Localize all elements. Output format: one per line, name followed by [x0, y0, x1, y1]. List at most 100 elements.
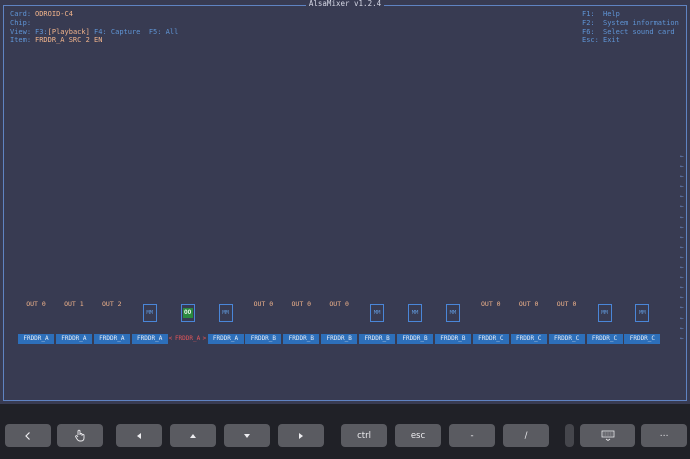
- scroll-mark: ←: [680, 284, 684, 292]
- back-button[interactable]: [5, 424, 51, 447]
- switch-state-text: MM: [222, 310, 229, 316]
- switch-state-text: MM: [449, 310, 457, 316]
- item-row: Item: FRDDR_A SRC 2 EN: [10, 36, 178, 45]
- arrow-left-key[interactable]: [116, 424, 162, 447]
- switch-state-text: MM: [373, 310, 381, 316]
- mixer-channel[interactable]: OUT 0 FRDDR_C: [472, 298, 509, 348]
- hand-pointer-icon: [75, 429, 85, 442]
- switch-on-indicator[interactable]: OO: [180, 304, 195, 322]
- exit-action[interactable]: Exit: [603, 36, 620, 45]
- slash-key[interactable]: /: [503, 424, 549, 447]
- channel-name: FRDDR_C: [548, 334, 585, 344]
- mute-switch[interactable]: MM: [370, 304, 385, 322]
- mute-switch[interactable]: MM: [597, 304, 612, 322]
- scroll-mark: ←: [680, 213, 684, 221]
- chevron-left-icon: [25, 431, 30, 440]
- channel-name: FRDDR_A: [18, 334, 54, 344]
- item-value: FRDDR_A SRC 2 EN: [35, 36, 103, 45]
- card-value: ODROID-C4: [35, 10, 73, 18]
- mute-switch[interactable]: MM: [142, 304, 157, 322]
- keyboard-toggle-button[interactable]: [580, 424, 635, 447]
- mixer-channel[interactable]: OUT 0 FRDDR_B: [245, 298, 282, 348]
- mixer-channel[interactable]: MM FRDDR_B: [434, 298, 471, 348]
- selection-right-marker: >: [202, 335, 207, 342]
- system-info-action[interactable]: System information: [603, 19, 679, 28]
- switch-state-text: MM: [146, 310, 153, 316]
- help-action[interactable]: Help: [603, 10, 620, 19]
- arrow-left-icon: [137, 432, 141, 439]
- mixer-channel[interactable]: MM FRDDR_B: [359, 298, 396, 348]
- mixer-channel[interactable]: OUT 0 FRDDR_B: [321, 298, 358, 348]
- scroll-mark: ←: [680, 203, 684, 211]
- item-label: Item:: [10, 36, 32, 45]
- mute-switch[interactable]: MM: [635, 304, 650, 322]
- channel-name: FRDDR_C: [586, 334, 623, 344]
- scroll-mark: ←: [680, 253, 684, 261]
- mixer-channel[interactable]: MM FRDDR_C: [624, 298, 661, 348]
- mute-switch[interactable]: MM: [445, 304, 460, 322]
- chip-label: Chip:: [10, 18, 32, 27]
- channel-name: FRDDR_B: [321, 334, 358, 344]
- arrow-down-key[interactable]: [224, 424, 270, 447]
- mixer-channel[interactable]: OUT 1 FRDDR_A: [55, 298, 92, 348]
- arrow-up-icon: [190, 433, 196, 438]
- keyboard-icon: [601, 430, 614, 441]
- mute-switch[interactable]: MM: [218, 304, 233, 322]
- scroll-mark: ←: [680, 233, 684, 241]
- view-playback-key[interactable]: F3:: [35, 28, 48, 37]
- arrow-up-key[interactable]: [170, 424, 216, 447]
- touch-mode-button[interactable]: [57, 424, 103, 447]
- channel-name: FRDDR_A: [55, 334, 92, 344]
- app-title: AlsaMixer v1.2.4: [0, 0, 690, 9]
- selection-left-marker: <: [168, 335, 173, 342]
- scroll-mark: ←: [680, 183, 684, 191]
- channel-enum-value: OUT 0: [556, 300, 577, 308]
- scroll-mark: ←: [680, 193, 684, 201]
- channel-name: FRDDR_A: [93, 334, 130, 344]
- channel-enum-value: OUT 0: [291, 300, 312, 308]
- mixer-channel[interactable]: OUT 0 FRDDR_C: [548, 298, 585, 348]
- mixer-channel[interactable]: MM FRDDR_A: [207, 298, 244, 348]
- scroll-mark: ←: [680, 153, 684, 160]
- key-help-row: F1: Help: [582, 10, 620, 19]
- view-playback-option[interactable]: [Playback]: [48, 28, 90, 37]
- switch-state-text: MM: [601, 310, 608, 316]
- view-capture-option[interactable]: F4: Capture: [94, 28, 140, 37]
- channel-enum-value: OUT 0: [26, 300, 46, 308]
- mute-switch[interactable]: MM: [408, 304, 422, 322]
- switch-state-text: MM: [639, 310, 646, 316]
- mixer-channel[interactable]: OUT 0 FRDDR_A: [18, 298, 54, 348]
- view-all-option[interactable]: F5: All: [149, 28, 179, 37]
- scroll-mark: ←: [680, 274, 684, 282]
- channel-name: FRDDR_B: [245, 334, 282, 344]
- mixer-channel[interactable]: OO FRDDR_A < >: [168, 298, 207, 348]
- more-button[interactable]: ⋯: [641, 424, 687, 447]
- channel-name: FRDDR_A: [131, 334, 168, 344]
- arrow-right-key[interactable]: [278, 424, 324, 447]
- channel-enum-value: OUT 0: [518, 300, 539, 308]
- minus-key[interactable]: -: [449, 424, 495, 447]
- channel-enum-value: OUT 0: [329, 300, 349, 308]
- scroll-mark: ←: [680, 304, 684, 312]
- mixer-channel[interactable]: MM FRDDR_C: [586, 298, 623, 348]
- ctrl-key[interactable]: ctrl: [341, 424, 387, 447]
- key-help-panel: F1: Help F2: System information F6: Select …: [582, 10, 679, 45]
- mixer-channel[interactable]: MM FRDDR_A: [131, 298, 168, 348]
- esc-key[interactable]: esc: [395, 424, 441, 447]
- scroll-mark: ←: [680, 334, 684, 342]
- channel-enum-value: OUT 1: [64, 300, 84, 308]
- mixer-channels: OUT 0 FRDDR_A OUT 1 FRDDR_A OUT 2 FRDDR_A MM FR…: [18, 298, 668, 348]
- scroll-mark: ←: [680, 314, 684, 322]
- select-card-action[interactable]: Select sound card: [603, 28, 675, 37]
- mixer-channel[interactable]: MM FRDDR_B: [397, 298, 433, 348]
- mixer-channel[interactable]: OUT 2 FRDDR_A: [93, 298, 130, 348]
- scroll-mark: ←: [680, 294, 684, 302]
- card-row: Card: ODROID-C4: [10, 10, 178, 19]
- touchbar-divider: [565, 424, 574, 447]
- mixer-channel[interactable]: OUT 0 FRDDR_C: [510, 298, 547, 348]
- scroll-mark: ←: [680, 264, 684, 272]
- mixer-channel[interactable]: OUT 0 FRDDR_B: [283, 298, 320, 348]
- scroll-mark: ←: [680, 173, 684, 181]
- touch-bar: ctrl esc - / ⋯: [0, 404, 690, 459]
- arrow-right-icon: [299, 432, 303, 439]
